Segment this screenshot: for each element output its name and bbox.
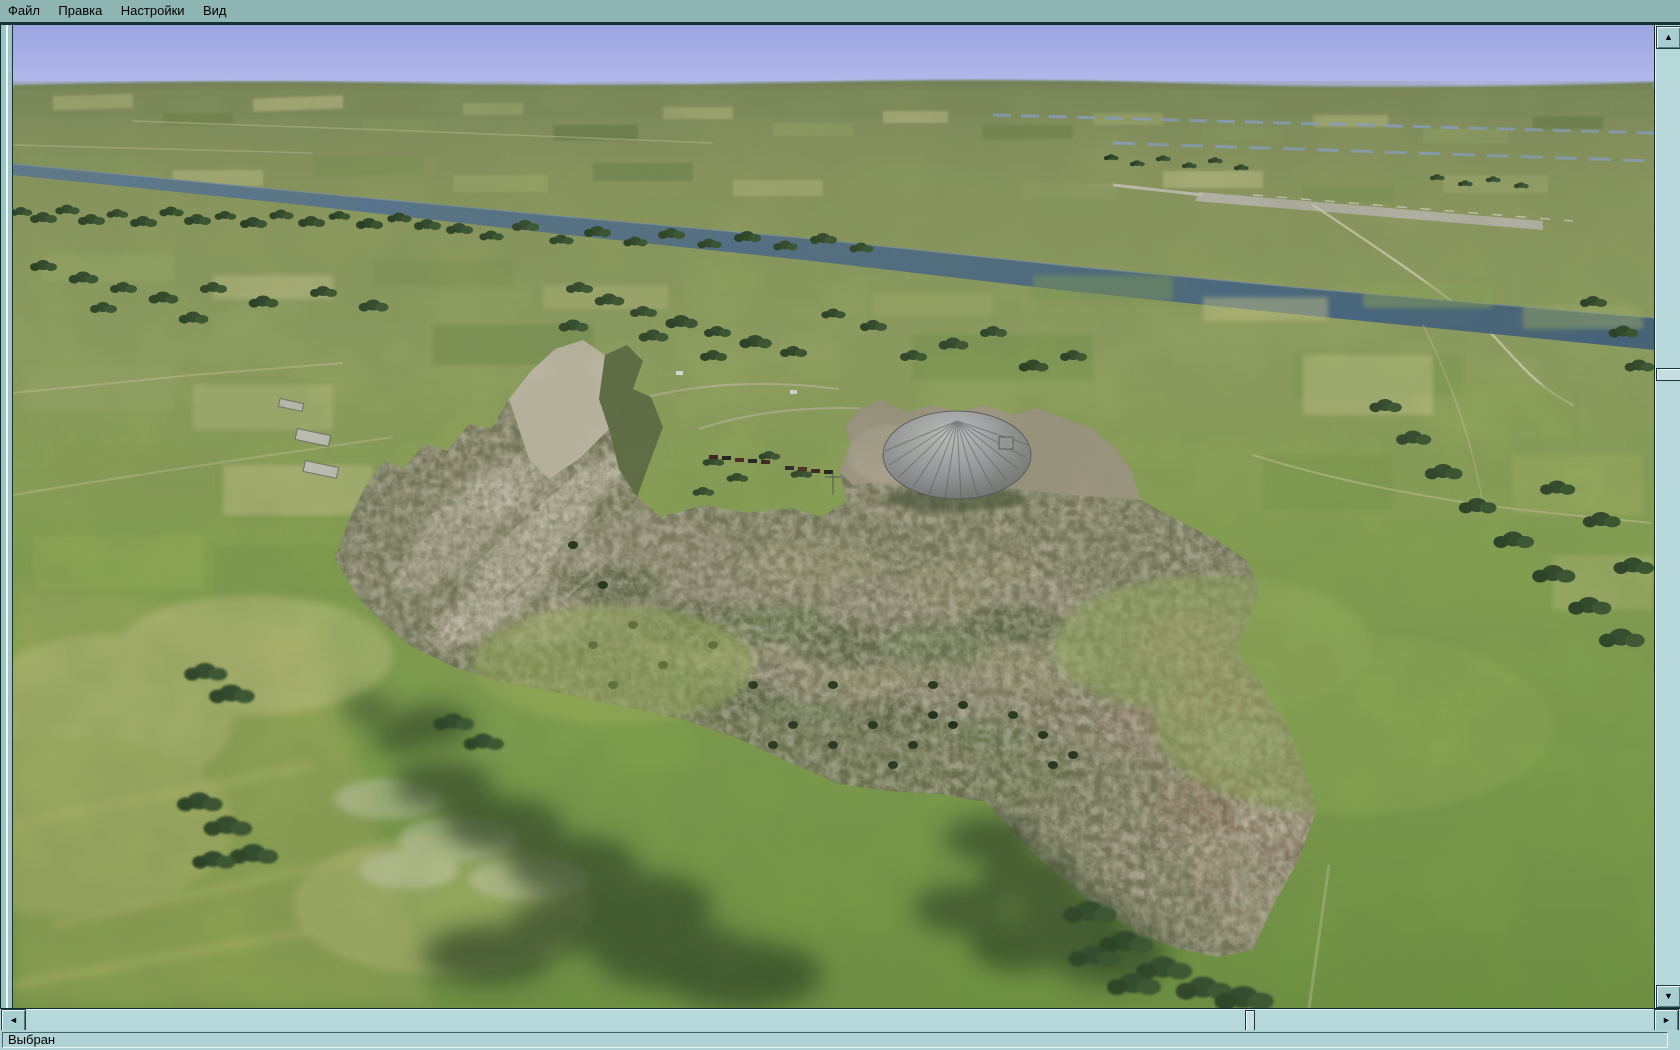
status-text-panel: Выбран — [2, 1032, 1668, 1048]
vertical-scrollbar[interactable]: ▲ ▼ — [1654, 25, 1680, 1008]
menu-item-settings[interactable]: Настройки — [114, 0, 192, 22]
scroll-down-button[interactable]: ▼ — [1656, 985, 1680, 1008]
vertical-scroll-thumb[interactable] — [1656, 368, 1680, 381]
arrow-right-icon: ► — [1662, 1015, 1671, 1025]
horizontal-scrollbar[interactable]: ◄ ► — [0, 1008, 1680, 1032]
arrow-left-icon: ◄ — [9, 1015, 18, 1025]
scroll-right-button[interactable]: ► — [1654, 1009, 1679, 1032]
scroll-up-button[interactable]: ▲ — [1656, 26, 1680, 49]
map-editor-window: Файл Правка Настройки Вид ▲ ▼ ◄ ► Выбран — [0, 0, 1680, 1050]
arrow-up-icon: ▲ — [1664, 32, 1673, 42]
terrain-3d-view[interactable] — [13, 25, 1654, 1008]
menu-bar: Файл Правка Настройки Вид — [0, 0, 1680, 25]
menu-item-view[interactable]: Вид — [196, 0, 234, 22]
arrow-down-icon: ▼ — [1664, 991, 1673, 1001]
horizontal-scroll-thumb[interactable] — [1245, 1010, 1255, 1031]
menu-item-edit[interactable]: Правка — [51, 0, 109, 22]
status-text: Выбран — [8, 1032, 56, 1047]
scroll-left-button[interactable]: ◄ — [1, 1009, 26, 1032]
left-frame-edge — [0, 25, 13, 1008]
status-bar: Выбран — [0, 1030, 1680, 1050]
menu-item-file[interactable]: Файл — [0, 0, 47, 22]
